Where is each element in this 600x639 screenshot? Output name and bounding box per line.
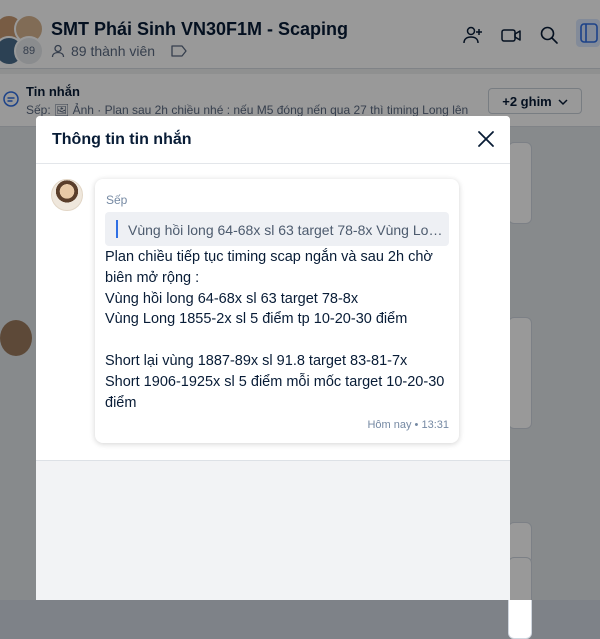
message-line [105, 330, 449, 351]
quote-bar [116, 220, 118, 238]
message-line: Short lại vùng 1887-89x sl 91.8 target 8… [105, 352, 408, 369]
message-line: Vùng Long 1855-2x sl 5 điểm tp 10-20-30 … [105, 311, 408, 328]
close-icon[interactable] [476, 129, 496, 149]
message-bubble[interactable]: Sếp Vùng hồi long 64-68x sl 63 target 78… [95, 179, 459, 443]
avatar[interactable] [51, 179, 83, 211]
message-info-dialog: Thông tin tin nhắn Sếp Vùng hồi long 64-… [36, 116, 510, 600]
message-timestamp: Hôm nay • 13:31 [367, 419, 449, 431]
dialog-footer-area [36, 461, 510, 600]
message-line: Plan chiều tiếp tục timing scap ngắn và … [105, 249, 433, 286]
sender-name: Sếp [106, 193, 128, 207]
dialog-header: Thông tin tin nhắn [36, 116, 510, 164]
message-line: Short 1906-1925x sl 5 điểm mỗi mốc targe… [105, 373, 445, 411]
quoted-text: Vùng hồi long 64-68x sl 63 target 78-8x … [128, 222, 446, 238]
message-line: Vùng hồi long 64-68x sl 63 target 78-8x [105, 290, 359, 307]
dialog-title: Thông tin tin nhắn [52, 131, 192, 148]
message-text: Plan chiều tiếp tục timing scap ngắn và … [105, 247, 449, 413]
quoted-message[interactable]: Vùng hồi long 64-68x sl 63 target 78-8x … [105, 212, 449, 246]
